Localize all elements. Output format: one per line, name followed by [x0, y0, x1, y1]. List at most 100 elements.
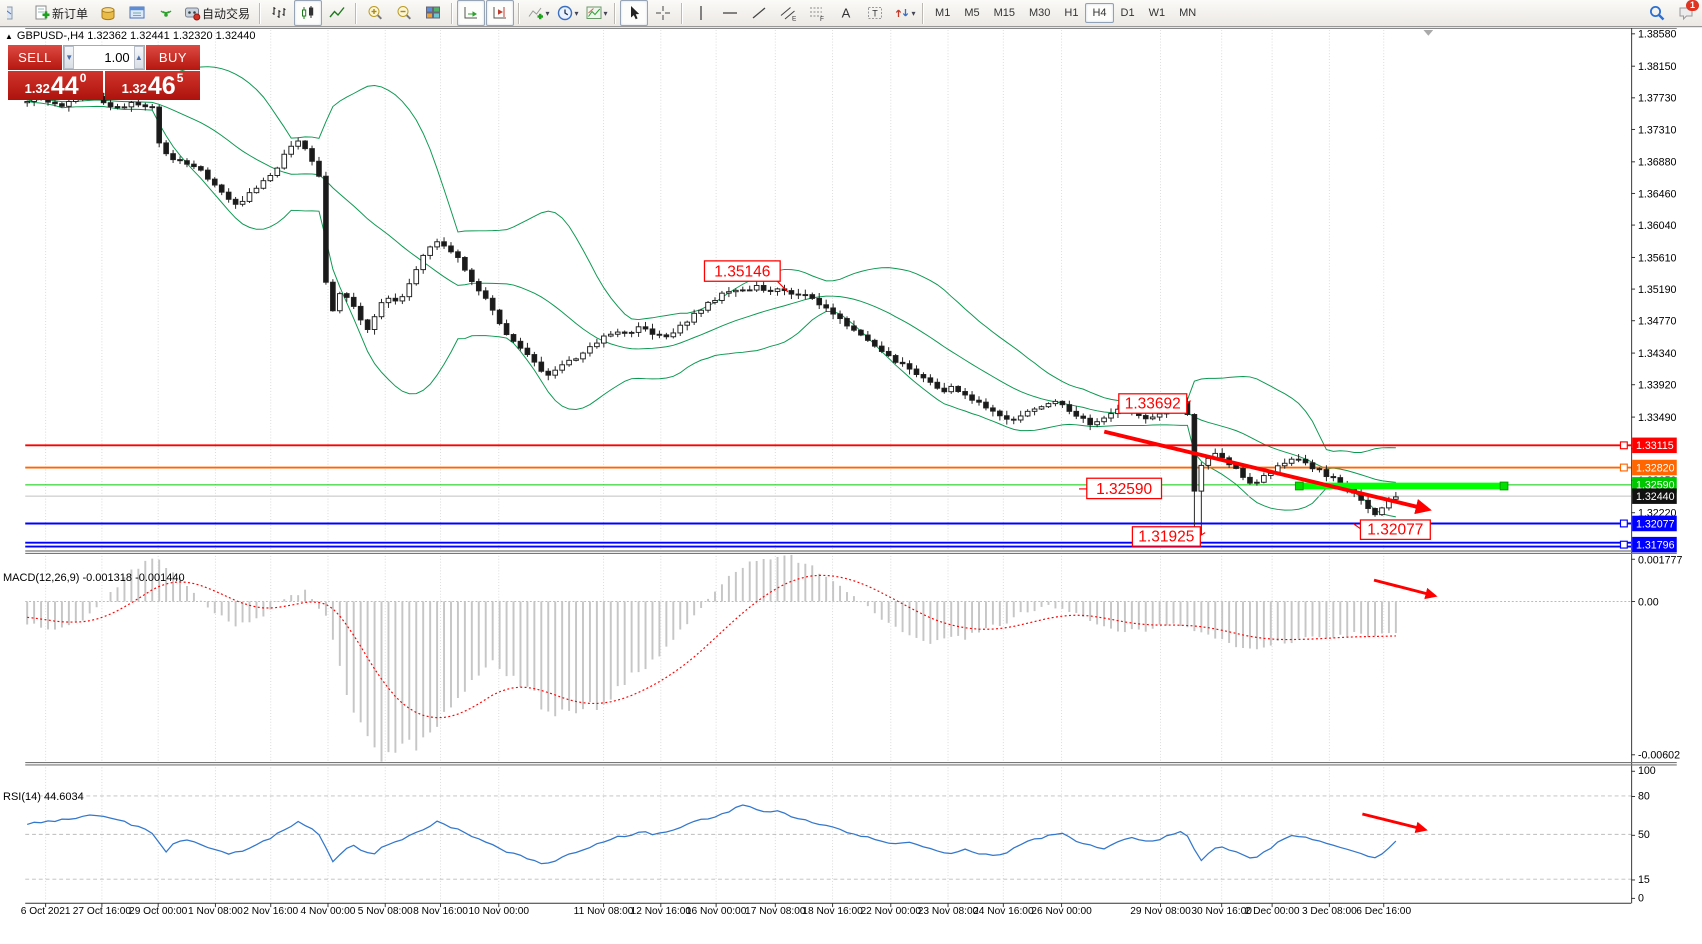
trend-arrow[interactable] [1362, 814, 1424, 830]
rsi-indicator-label: RSI(14) 44.6034 [3, 791, 84, 803]
line-handle[interactable] [1295, 482, 1303, 490]
toolbar-separator [259, 3, 261, 24]
volume-stepper: ▼ ▲ [63, 45, 145, 70]
volume-input[interactable] [74, 46, 133, 69]
line-chart-icon [328, 4, 346, 22]
ask-price[interactable]: 1.32465 [105, 71, 200, 100]
toolbar-templates-button[interactable]: ▾ [582, 0, 610, 26]
zoom-out-icon [395, 4, 413, 22]
toolbar-candlestick-chart-button[interactable] [294, 0, 322, 26]
toolbar-chart-profiles-button[interactable] [94, 0, 122, 26]
toolbar-tile-windows-button[interactable] [419, 0, 447, 26]
toolbar-chart-shift-button[interactable] [486, 0, 514, 26]
toolbar-indicators-button[interactable]: ▾ [524, 0, 552, 26]
cursor-icon [625, 4, 643, 22]
toolbar-new-order-button[interactable]: 新订单 [31, 0, 93, 26]
svg-text:E: E [792, 16, 797, 23]
timeframe-m1-button[interactable]: M1 [928, 3, 957, 23]
templates-icon [585, 4, 603, 22]
candlestick-chart-icon [299, 4, 317, 22]
svg-text:1.32590: 1.32590 [1096, 481, 1152, 498]
svg-text:1.32820: 1.32820 [1636, 462, 1675, 474]
svg-text:17 Nov 08:00: 17 Nov 08:00 [745, 906, 806, 917]
ask-prefix: 1.32 [122, 79, 147, 99]
toolbar-clipped-chart-button[interactable] [2, 0, 30, 26]
volume-increase-button[interactable]: ▲ [134, 46, 144, 69]
toolbar-fibonacci-button[interactable]: F [803, 0, 831, 26]
svg-text:11 Nov 08:00: 11 Nov 08:00 [574, 906, 634, 917]
bid-price[interactable]: 1.32440 [8, 71, 103, 100]
signals-icon [157, 4, 175, 22]
auto-trading-icon [183, 4, 201, 22]
svg-text:4 Nov 00:00: 4 Nov 00:00 [301, 906, 356, 917]
svg-text:18 Nov 16:00: 18 Nov 16:00 [802, 906, 863, 917]
svg-text:29 Oct 00:00: 29 Oct 00:00 [129, 906, 188, 917]
svg-text:1.34340: 1.34340 [1638, 348, 1677, 360]
toolbar-cursor-button[interactable] [620, 0, 648, 26]
toolbar-horizontal-line-button[interactable] [716, 0, 744, 26]
timeframe-m15-button[interactable]: M15 [987, 3, 1022, 23]
volume-decrease-button[interactable]: ▼ [64, 46, 74, 69]
toolbar-bar-chart-button[interactable] [265, 0, 293, 26]
quote-panel-toggle-icon[interactable]: ▲ [5, 32, 13, 41]
svg-text:1.31796: 1.31796 [1636, 540, 1675, 552]
toolbar-periods-button[interactable]: ▾ [553, 0, 581, 26]
toolbar-market-watch-button[interactable] [123, 0, 151, 26]
trend-line-icon [750, 4, 768, 22]
line-handle[interactable] [1620, 464, 1627, 471]
timeframe-m5-button[interactable]: M5 [957, 3, 986, 23]
main-toolbar: 新订单自动交易▾▾▾EFAT▾M1M5M15M30H1H4D1W1MN1 [0, 0, 1702, 27]
chart-window[interactable]: 1.385801.381501.377301.373101.368801.364… [0, 28, 1702, 944]
vertical-line-icon [692, 4, 710, 22]
trend-arrow[interactable] [1374, 580, 1434, 596]
buy-button[interactable]: BUY [146, 45, 200, 70]
bid-big-digits: 44 [51, 74, 79, 99]
svg-text:1.35610: 1.35610 [1638, 252, 1677, 264]
line-handle[interactable] [1500, 482, 1508, 490]
svg-text:1.36880: 1.36880 [1638, 157, 1677, 169]
line-handle[interactable] [1620, 442, 1627, 449]
toolbar-auto-trading-button[interactable]: 自动交易 [181, 0, 255, 26]
mt4-window: 新订单自动交易▾▾▾EFAT▾M1M5M15M30H1H4D1W1MN1 1.3… [0, 0, 1702, 944]
market-watch-icon [128, 4, 146, 22]
text-label-icon: T [866, 4, 884, 22]
svg-text:30 Nov 16:00: 30 Nov 16:00 [1191, 906, 1252, 917]
toolbar-crosshair-button[interactable] [649, 0, 677, 26]
toolbar-zoom-in-button[interactable] [361, 0, 389, 26]
toolbar-search-button[interactable] [1643, 0, 1671, 26]
svg-text:6 Oct 2021: 6 Oct 2021 [21, 906, 71, 917]
price-chart[interactable]: 1.385801.381501.377301.373101.368801.364… [0, 28, 1702, 944]
timeframe-h4-button[interactable]: H4 [1085, 3, 1113, 23]
toolbar-arrows-button[interactable]: ▾ [890, 0, 918, 26]
svg-text:2 Nov 16:00: 2 Nov 16:00 [243, 906, 298, 917]
bid-sup-digit: 0 [80, 73, 87, 83]
toolbar-separator [355, 3, 357, 24]
toolbar-text-button[interactable]: A [832, 0, 860, 26]
toolbar-vertical-line-button[interactable] [687, 0, 715, 26]
line-handle[interactable] [1620, 541, 1627, 548]
timeframe-mn-button[interactable]: MN [1172, 3, 1203, 23]
svg-text:0.00: 0.00 [1638, 596, 1659, 608]
timeframe-m30-button[interactable]: M30 [1022, 3, 1057, 23]
toolbar-line-chart-button[interactable] [323, 0, 351, 26]
line-handle[interactable] [1620, 520, 1627, 527]
toolbar-notifications-button[interactable]: 1 [1672, 0, 1700, 26]
toolbar-separator [518, 3, 520, 24]
timeframe-w1-button[interactable]: W1 [1142, 3, 1173, 23]
toolbar-trend-line-button[interactable] [745, 0, 773, 26]
timeframe-d1-button[interactable]: D1 [1114, 3, 1142, 23]
toolbar-signals-button[interactable] [152, 0, 180, 26]
chart-title: ▲GBPUSD-,H4 1.32362 1.32441 1.32320 1.32… [5, 30, 255, 42]
toolbar-equidistant-channel-button[interactable]: E [774, 0, 802, 26]
toolbar-text-label-button[interactable]: T [861, 0, 889, 26]
svg-text:16 Nov 00:00: 16 Nov 00:00 [686, 906, 747, 917]
svg-text:-0.00602: -0.00602 [1638, 750, 1680, 762]
svg-text:8 Nov 16:00: 8 Nov 16:00 [413, 906, 468, 917]
timeframe-h1-button[interactable]: H1 [1057, 3, 1085, 23]
toolbar-auto-scroll-button[interactable] [457, 0, 485, 26]
svg-text:3 Dec 08:00: 3 Dec 08:00 [1302, 906, 1357, 917]
fibonacci-icon: F [808, 4, 826, 22]
sell-button[interactable]: SELL [8, 45, 62, 70]
toolbar-zoom-out-button[interactable] [390, 0, 418, 26]
crosshair-icon [654, 4, 672, 22]
